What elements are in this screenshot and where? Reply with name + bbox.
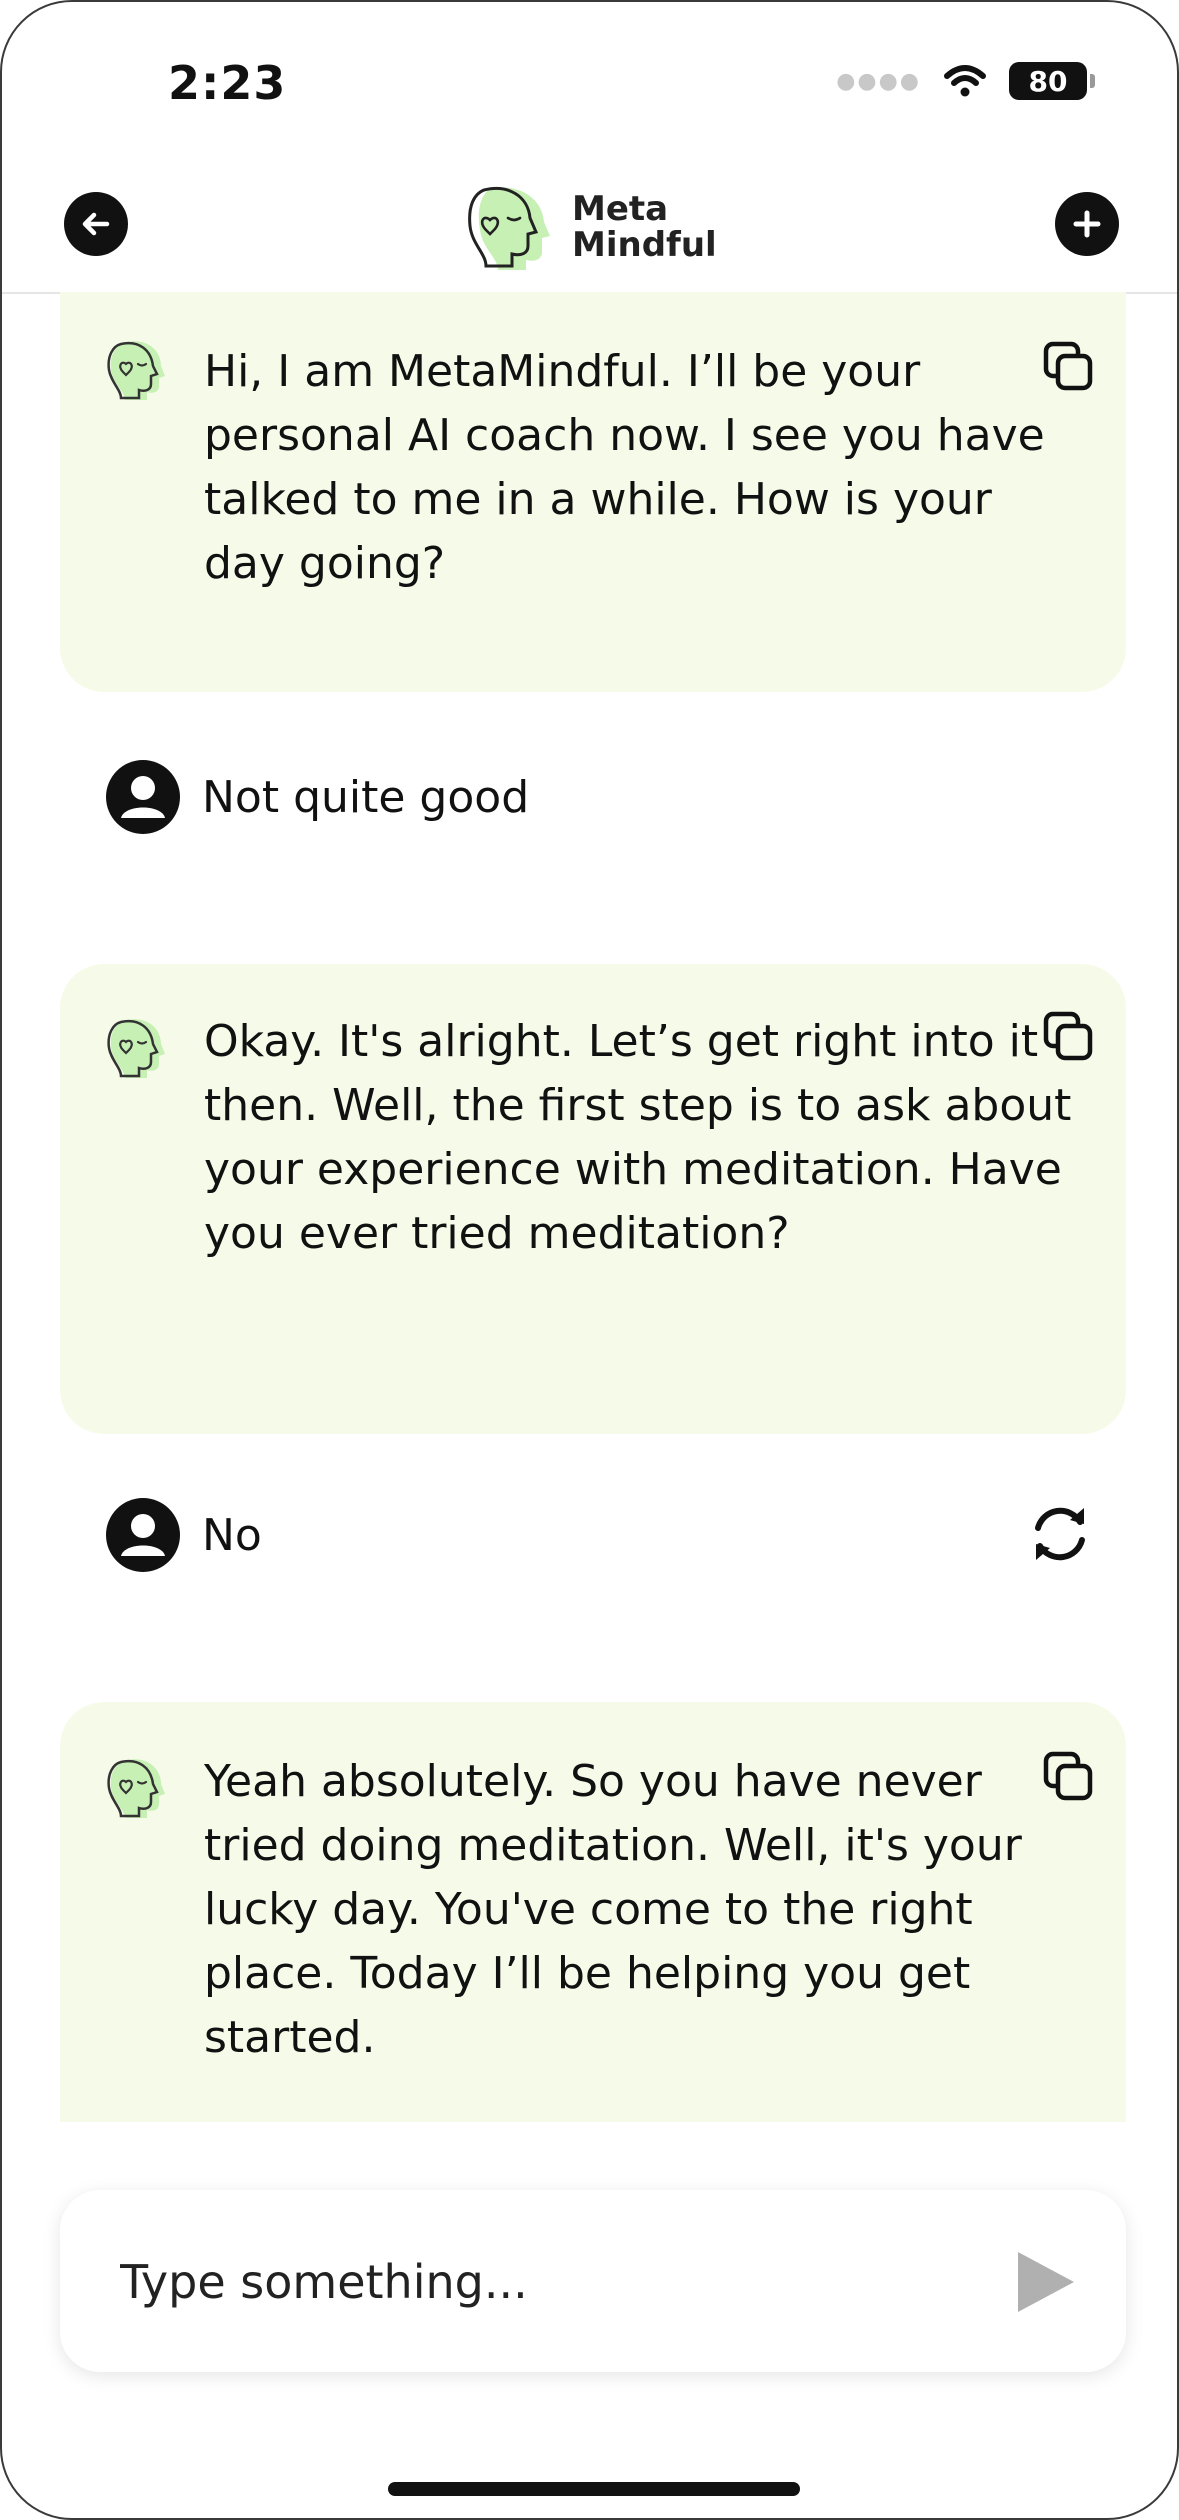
wifi-icon <box>944 65 986 97</box>
user-message: Not quite good <box>106 760 529 834</box>
logo-text: Meta Mindful <box>572 191 717 263</box>
user-message: No <box>106 1498 262 1572</box>
back-button[interactable] <box>64 192 128 256</box>
signal-icon: ●●●● <box>836 68 921 94</box>
bot-avatar-icon <box>107 1759 165 1818</box>
copy-icon[interactable] <box>1040 1008 1096 1064</box>
logo-mark-icon <box>468 187 550 270</box>
user-avatar-icon <box>106 1498 180 1572</box>
regenerate-icon[interactable] <box>1024 1498 1096 1570</box>
message-text: No <box>202 1509 262 1561</box>
message-text: Hi, I am MetaMindful. I’ll be your perso… <box>204 346 1045 589</box>
bot-avatar-icon <box>107 341 165 400</box>
home-indicator[interactable] <box>388 2482 800 2496</box>
logo-line-1: Meta <box>572 189 669 229</box>
assistant-message: Hi, I am MetaMindful. I’ll be your perso… <box>60 292 1126 692</box>
logo-line-2: Mindful <box>572 225 717 265</box>
message-composer <box>60 2190 1126 2372</box>
status-icons: ●●●● 80 <box>836 62 1095 100</box>
app-logo: Meta Mindful <box>462 182 717 272</box>
message-text: Okay. It's alright. Let’s get right into… <box>204 1016 1072 1259</box>
battery-icon: 80 <box>1009 62 1095 100</box>
new-chat-button[interactable] <box>1055 192 1119 256</box>
status-time: 2:23 <box>168 56 287 110</box>
send-icon[interactable] <box>1008 2246 1080 2318</box>
bot-avatar-icon <box>107 1019 165 1078</box>
message-text: Yeah absolutely. So you have never tried… <box>204 1756 1022 2063</box>
battery-level: 80 <box>1028 64 1068 98</box>
app-header: Meta Mindful <box>2 182 1177 294</box>
copy-icon[interactable] <box>1040 338 1096 394</box>
message-input[interactable] <box>118 2236 982 2328</box>
arrow-left-icon <box>82 212 110 236</box>
copy-icon[interactable] <box>1040 1748 1096 1804</box>
assistant-message: Yeah absolutely. So you have never tried… <box>60 1702 1126 2122</box>
user-avatar-icon <box>106 760 180 834</box>
message-text: Not quite good <box>202 771 530 823</box>
phone-screen: 2:23 ●●●● 80 Meta Mindful Hi, I am MetaM… <box>0 0 1179 2520</box>
plus-icon <box>1073 210 1101 238</box>
assistant-message: Okay. It's alright. Let’s get right into… <box>60 964 1126 1434</box>
